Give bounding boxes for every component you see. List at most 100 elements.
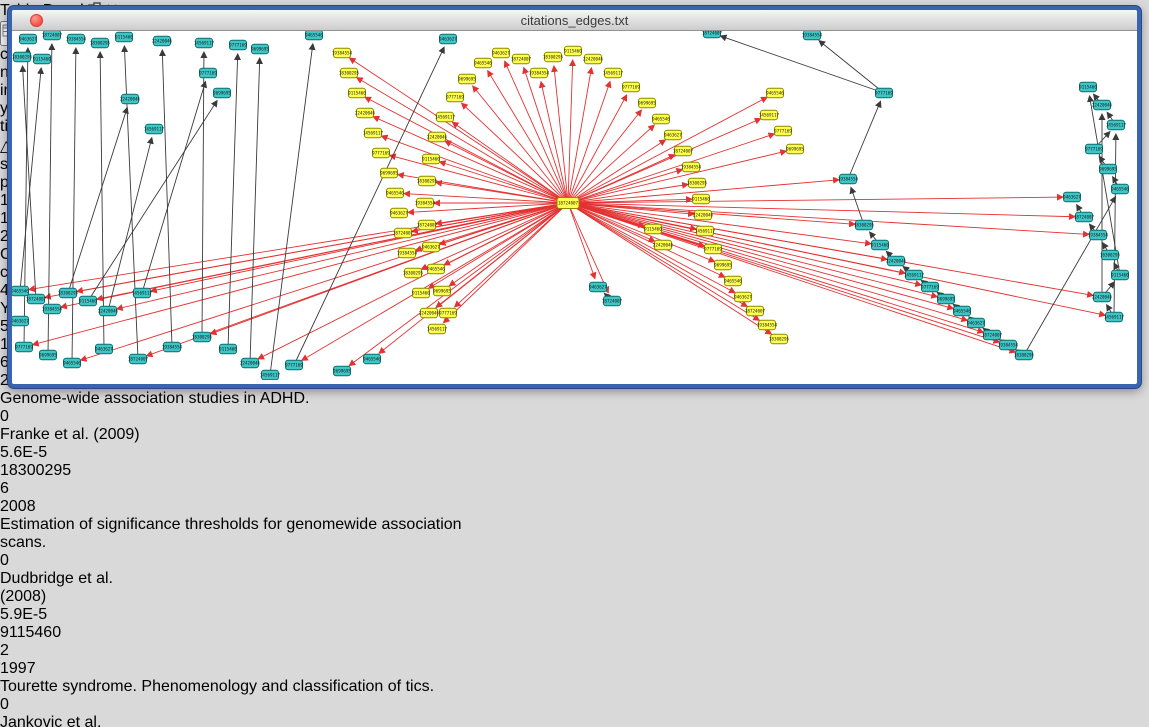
graph-node[interactable]: 9463627 [422, 242, 440, 252]
graph-node[interactable]: 9699695 [714, 260, 732, 270]
graph-node[interactable]: 9699695 [433, 286, 451, 296]
graph-node[interactable]: 18724007 [417, 220, 438, 230]
graph-node[interactable]: 9115460 [115, 32, 133, 42]
graph-node[interactable]: 18300295 [1100, 250, 1121, 260]
graph-node[interactable]: 9463627 [439, 34, 457, 44]
graph-node[interactable]: 9115460 [412, 288, 430, 298]
graph-node[interactable]: 22420046 [120, 94, 141, 104]
graph-node[interactable]: 18300295 [192, 332, 213, 342]
graph-node[interactable]: 9777169 [622, 82, 640, 92]
graph-node[interactable]: 9465546 [1111, 184, 1129, 194]
graph-node[interactable]: 19384554 [802, 31, 823, 40]
graph-node[interactable]: 14569117 [260, 370, 281, 380]
graph-node[interactable]: 18724007 [702, 31, 723, 38]
network-window-titlebar[interactable]: citations_edges.txt [12, 10, 1137, 31]
graph-node[interactable]: 19384554 [998, 340, 1019, 350]
graph-node[interactable]: 14569117 [194, 38, 215, 48]
graph-node[interactable]: 22420046 [886, 256, 907, 266]
graph-node[interactable]: 9465546 [427, 264, 445, 274]
graph-node[interactable]: 19384554 [66, 34, 87, 44]
graph-node[interactable]: 9465546 [363, 354, 381, 364]
graph-node[interactable]: 9699695 [213, 88, 231, 98]
graph-node[interactable]: 9699695 [1099, 164, 1117, 174]
graph-node[interactable]: 19384554 [397, 248, 418, 258]
graph-node[interactable]: 9463627 [390, 208, 408, 218]
graph-node[interactable]: 18724007 [393, 228, 414, 238]
graph-node[interactable]: 9115460 [79, 296, 97, 306]
graph-node[interactable]: 9463627 [1063, 192, 1081, 202]
graph-node[interactable]: 18300295 [417, 176, 438, 186]
graph-node[interactable]: 9115460 [219, 344, 237, 354]
graph-node[interactable]: 9463627 [734, 292, 752, 302]
graph-node[interactable]: 22420046 [693, 210, 714, 220]
graph-node[interactable]: 9115460 [1111, 270, 1129, 280]
graph-node[interactable]: 9465546 [305, 31, 323, 40]
zoom-window-button[interactable] [521, 14, 534, 27]
graph-node[interactable]: 18300295 [403, 268, 424, 278]
graph-node[interactable]: 18300295 [769, 334, 790, 344]
graph-node[interactable]: 9463627 [95, 344, 113, 354]
graph-node[interactable]: 14569117 [695, 226, 716, 236]
table-row[interactable]: 911546021997Tourette syndrome. Phenomeno… [0, 624, 1149, 727]
graph-node[interactable]: 9463627 [12, 316, 29, 326]
graph-node[interactable]: 9465546 [953, 306, 971, 316]
graph-node[interactable]: 18724007 [128, 354, 149, 364]
graph-node[interactable]: 9463627 [589, 282, 607, 292]
graph-node[interactable]: 14569117 [144, 124, 165, 134]
graph-node[interactable]: 19384554 [681, 162, 702, 172]
graph-node[interactable]: 18300295 [90, 38, 111, 48]
graph-node[interactable]: 9777169 [446, 92, 464, 102]
graph-node[interactable]: 9777169 [704, 244, 722, 254]
graph-node[interactable]: 14569117 [427, 324, 448, 334]
graph-node[interactable]: 14569117 [363, 128, 384, 138]
graph-node[interactable]: 22420046 [653, 240, 674, 250]
graph-node[interactable]: 19384554 [332, 48, 353, 58]
graph-node[interactable]: 14569117 [1106, 120, 1127, 130]
minimize-window-button[interactable] [47, 14, 60, 27]
graph-node[interactable]: 22420046 [1092, 100, 1113, 110]
graph-node[interactable]: 22420046 [419, 308, 440, 318]
graph-node[interactable]: 19384554 [529, 68, 550, 78]
graph-node[interactable]: 9463627 [19, 34, 37, 44]
graph-node[interactable]: 9777169 [199, 68, 217, 78]
graph-node[interactable]: 9777169 [285, 360, 303, 370]
graph-node[interactable]: 18300295 [687, 178, 708, 188]
graph-node[interactable]: 18300295 [854, 220, 875, 230]
graph-node[interactable]: 18724007 [673, 146, 694, 156]
graph-node[interactable]: 9463627 [967, 318, 985, 328]
graph-node[interactable]: 9777169 [774, 126, 792, 136]
graph-node[interactable]: 9699695 [937, 294, 955, 304]
graph-node[interactable]: 19384554 [1088, 230, 1109, 240]
graph-node[interactable]: 22420046 [427, 132, 448, 142]
graph-node[interactable]: 18300295 [58, 288, 79, 298]
graph-node[interactable]: 14569117 [1104, 312, 1125, 322]
graph-node[interactable]: 9115460 [422, 154, 440, 164]
table-row[interactable]: 1830029562008Estimation of significance … [0, 462, 1149, 624]
graph-node[interactable]: 9777169 [1085, 144, 1103, 154]
graph-node[interactable]: 19384554 [162, 342, 183, 352]
network-canvas[interactable]: 1872400719384554183002959115460224200461… [12, 31, 1137, 385]
graph-node[interactable]: 18724007 [511, 54, 532, 64]
graph-node[interactable]: 9699695 [786, 144, 804, 154]
graph-node[interactable]: 14569117 [603, 68, 624, 78]
graph-node[interactable]: 9777169 [372, 148, 390, 158]
graph-node[interactable]: 14569117 [435, 112, 456, 122]
graph-node[interactable]: 14569117 [759, 110, 780, 120]
graph-node[interactable]: 9465546 [63, 358, 81, 368]
graph-node[interactable]: 9777169 [921, 282, 939, 292]
graph-node[interactable]: 9699695 [638, 98, 656, 108]
graph-node[interactable]: 18724007 [982, 330, 1003, 340]
graph-node[interactable]: 9465546 [386, 188, 404, 198]
graph-node[interactable]: 9465546 [12, 286, 29, 296]
graph-node[interactable]: 18724007 [1074, 212, 1095, 222]
graph-node[interactable]: 18300295 [1014, 350, 1035, 360]
graph-node[interactable]: 22420046 [98, 306, 119, 316]
graph-node[interactable]: 9699695 [39, 350, 57, 360]
graph-node[interactable]: 18300295 [543, 52, 564, 62]
graph-node[interactable]: 22420046 [240, 358, 261, 368]
graph-node[interactable]: 18724007 [42, 31, 63, 40]
graph-node[interactable]: 9699695 [251, 44, 269, 54]
graph-node[interactable]: 9777169 [875, 88, 893, 98]
network-graph[interactable]: 1872400719384554183002959115460224200461… [12, 31, 1137, 380]
graph-node[interactable]: 9699695 [333, 366, 351, 376]
